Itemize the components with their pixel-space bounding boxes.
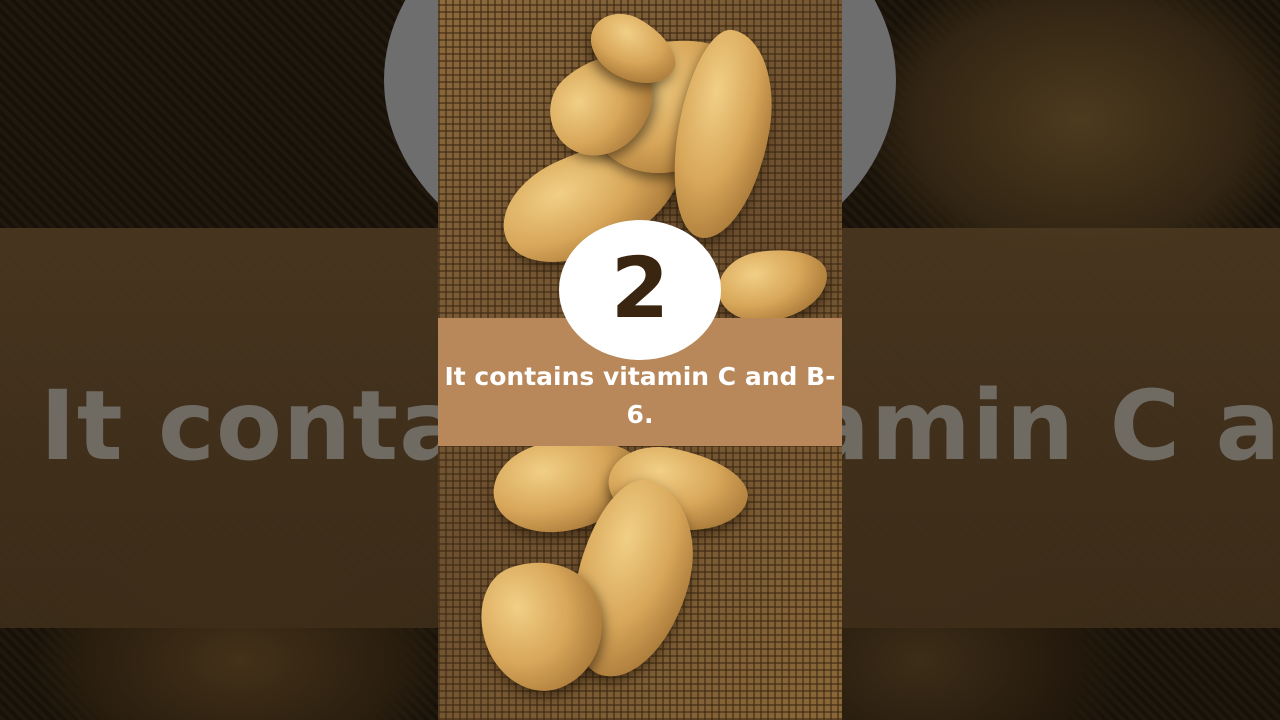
fact-caption: It contains vitamin C and B-6.	[444, 362, 836, 429]
video-frame: It contains vitamin C and 2 It contains …	[0, 0, 1280, 720]
fact-number-badge: 2	[559, 220, 721, 360]
fact-number: 2	[610, 239, 670, 337]
short-video-frame: 2 It contains vitamin C and B-6.	[438, 0, 842, 720]
